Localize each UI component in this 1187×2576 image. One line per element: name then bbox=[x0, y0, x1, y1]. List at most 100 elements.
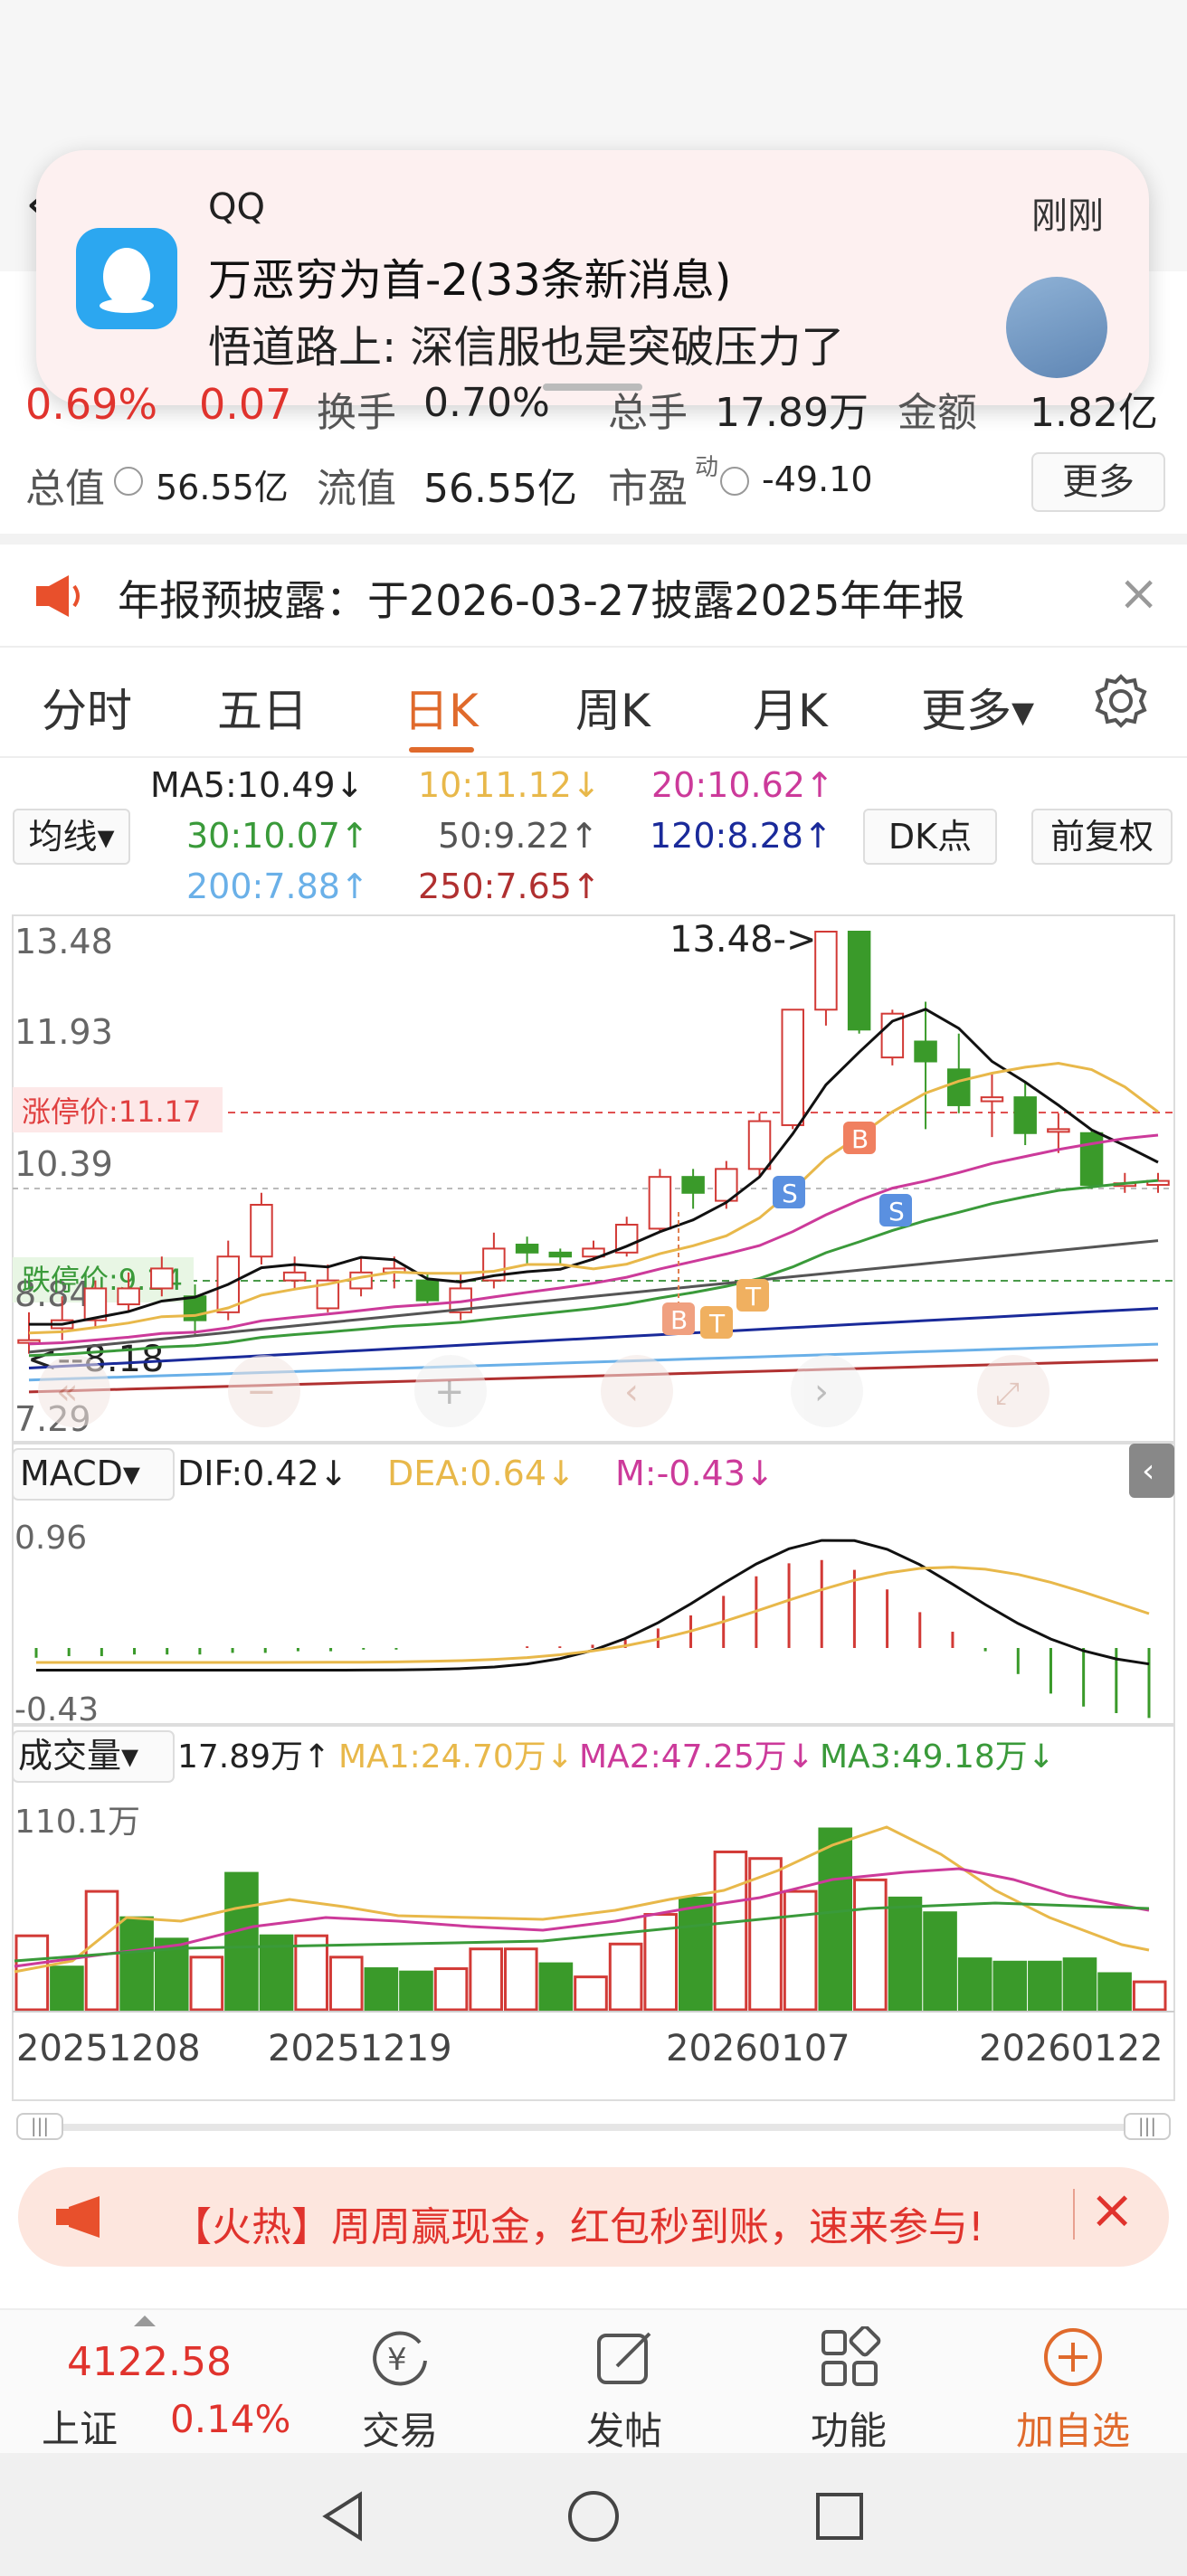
high-annotation: 13.48-> bbox=[669, 919, 816, 961]
ma250-value: 250:7.65↑ bbox=[418, 867, 601, 906]
dk-point-button[interactable]: DK点 bbox=[863, 809, 997, 865]
volume-bar bbox=[1097, 1972, 1132, 2012]
candle[interactable] bbox=[781, 1009, 804, 1126]
x-date-3: 20260107 bbox=[666, 2028, 850, 2069]
tab-weekly-k[interactable]: 周K bbox=[575, 675, 650, 740]
x-date-1: 20251208 bbox=[16, 2028, 201, 2069]
volume-bar bbox=[224, 1871, 259, 2012]
candle[interactable] bbox=[847, 931, 871, 1031]
candle[interactable] bbox=[747, 1120, 772, 1170]
quote-stats-row: 0.69% 0.07 换手 0.70% 总手 17.89万 金额 1.82亿 bbox=[0, 373, 1187, 436]
x-date-2: 20251219 bbox=[268, 2028, 452, 2069]
volume-bar bbox=[503, 1947, 538, 2012]
volume-bar bbox=[50, 1965, 84, 2012]
tab-intraday[interactable]: 分时 bbox=[42, 675, 132, 740]
nav-trade[interactable]: ¥ 交易 bbox=[318, 2310, 481, 2455]
more-button[interactable]: 更多 bbox=[1031, 452, 1165, 512]
ma-type-select[interactable]: 均线▾ bbox=[13, 809, 130, 865]
volume-bar bbox=[119, 1916, 154, 2012]
candle[interactable] bbox=[548, 1251, 573, 1258]
nav-features[interactable]: 功能 bbox=[767, 2310, 930, 2455]
volume-bar bbox=[957, 1957, 992, 2012]
pe-info-icon[interactable] bbox=[720, 467, 749, 496]
edit-icon bbox=[597, 2332, 651, 2384]
candle[interactable] bbox=[1079, 1132, 1104, 1186]
candle[interactable] bbox=[282, 1271, 307, 1282]
volume-bar bbox=[923, 1911, 957, 2012]
candle[interactable] bbox=[947, 1068, 971, 1106]
y-tick-3: 10.39 bbox=[14, 1144, 113, 1184]
expand-icon[interactable]: ⤢ bbox=[995, 1376, 1020, 1412]
amount-label: 金额 bbox=[897, 390, 977, 436]
nav-post-label: 发帖 bbox=[585, 2409, 662, 2453]
tab-five-day[interactable]: 五日 bbox=[217, 675, 308, 740]
volume-bar bbox=[433, 1967, 469, 2012]
volume-bar bbox=[364, 1967, 399, 2012]
y-tick-2: 11.93 bbox=[14, 1012, 113, 1052]
notification-time: 刚刚 bbox=[1031, 195, 1104, 237]
candle[interactable] bbox=[150, 1267, 174, 1290]
volume-bar bbox=[679, 1896, 713, 2012]
qq-penguin-icon bbox=[76, 228, 177, 329]
left-icon[interactable]: ‹ bbox=[624, 1371, 639, 1413]
promo-banner[interactable]: 【火热】周周赢现金，红包秒到账，速来参与! × bbox=[18, 2167, 1169, 2267]
macd-bottom-tick: -0.43 bbox=[14, 1691, 99, 1728]
kline-chart[interactable]: 13.48 11.93 10.39 8.84 7.29 涨停价:11.17 跌停… bbox=[0, 904, 1187, 2107]
nav-post[interactable]: 发帖 bbox=[543, 2310, 706, 2455]
ma20-value: 20:10.62↑ bbox=[651, 765, 834, 805]
scroll-handle-right[interactable]: ||| bbox=[1124, 2113, 1171, 2140]
volume-bar bbox=[853, 1878, 888, 2012]
right-icon[interactable]: › bbox=[814, 1371, 829, 1413]
svg-text:B: B bbox=[670, 1305, 688, 1335]
nav-add-watchlist-label: 加自选 bbox=[1015, 2409, 1130, 2453]
chart-scrollbar[interactable]: ||| ||| bbox=[16, 2113, 1171, 2140]
recents-square-icon[interactable] bbox=[814, 2491, 865, 2542]
candle[interactable] bbox=[250, 1203, 273, 1258]
candle[interactable] bbox=[1013, 1096, 1037, 1134]
svg-text:T: T bbox=[708, 1309, 726, 1339]
info-icon[interactable] bbox=[114, 467, 143, 496]
volume-bar bbox=[538, 1962, 574, 2012]
index-ticker[interactable]: 4122.58 上证 0.14% bbox=[0, 2310, 290, 2455]
candle[interactable] bbox=[648, 1176, 672, 1230]
ma50-value: 50:9.22↑ bbox=[438, 816, 599, 856]
plus-icon[interactable]: + bbox=[434, 1371, 465, 1413]
notice-bar[interactable]: 年报预披露：于2026-03-27披露2025年年报 × bbox=[0, 546, 1187, 646]
svg-text:B: B bbox=[851, 1124, 869, 1154]
tab-daily-k[interactable]: 日K bbox=[404, 675, 479, 740]
notice-text: 年报预披露：于2026-03-27披露2025年年报 bbox=[118, 576, 965, 625]
candle[interactable] bbox=[814, 931, 838, 1011]
home-circle-icon[interactable] bbox=[566, 2489, 621, 2543]
notification-title: 万恶穷为首-2(33条新消息) bbox=[208, 255, 732, 306]
volume-bar bbox=[399, 1970, 433, 2012]
close-icon[interactable]: × bbox=[1118, 564, 1159, 621]
minus-icon[interactable]: − bbox=[246, 1371, 277, 1413]
candle[interactable] bbox=[681, 1176, 705, 1194]
qq-notification[interactable]: QQ 刚刚 万恶穷为首-2(33条新消息) 悟道路上: 深信服也是突破压力了 bbox=[36, 150, 1149, 405]
add-circle-icon bbox=[1044, 2328, 1102, 2386]
volume-ma2: MA2:47.25万↓ bbox=[579, 1738, 814, 1776]
gear-icon[interactable] bbox=[1093, 673, 1149, 729]
volume-bar bbox=[888, 1896, 923, 2012]
yen-icon: ¥ bbox=[373, 2331, 427, 2386]
valuation-row: 总值 56.55亿 流值 56.55亿 市盈 动 -49.10 bbox=[0, 449, 1187, 521]
candle[interactable] bbox=[980, 1096, 1004, 1103]
candle[interactable] bbox=[415, 1279, 440, 1302]
scroll-handle-left[interactable]: ||| bbox=[16, 2113, 63, 2140]
adjustment-button[interactable]: 前复权 bbox=[1031, 809, 1173, 865]
close-icon[interactable]: × bbox=[1089, 2178, 1135, 2241]
candle[interactable] bbox=[1047, 1128, 1070, 1133]
candle[interactable] bbox=[914, 1040, 937, 1063]
candle[interactable] bbox=[515, 1244, 539, 1254]
tab-monthly-k[interactable]: 月K bbox=[753, 675, 828, 740]
candle[interactable] bbox=[117, 1287, 140, 1306]
tab-more[interactable]: 更多▾ bbox=[921, 675, 1034, 740]
macd-top-tick: 0.96 bbox=[14, 1520, 87, 1557]
zoom-out-icon[interactable]: « bbox=[56, 1371, 78, 1413]
volume-bar bbox=[713, 1850, 748, 2012]
notification-body: 悟道路上: 深信服也是突破压力了 bbox=[208, 322, 845, 373]
nav-add-watchlist[interactable]: 加自选 bbox=[992, 2310, 1154, 2455]
back-triangle-icon[interactable] bbox=[318, 2489, 369, 2543]
volume-ma1: MA1:24.70万↓ bbox=[338, 1738, 574, 1776]
change-percent: 0.69% bbox=[25, 380, 158, 429]
